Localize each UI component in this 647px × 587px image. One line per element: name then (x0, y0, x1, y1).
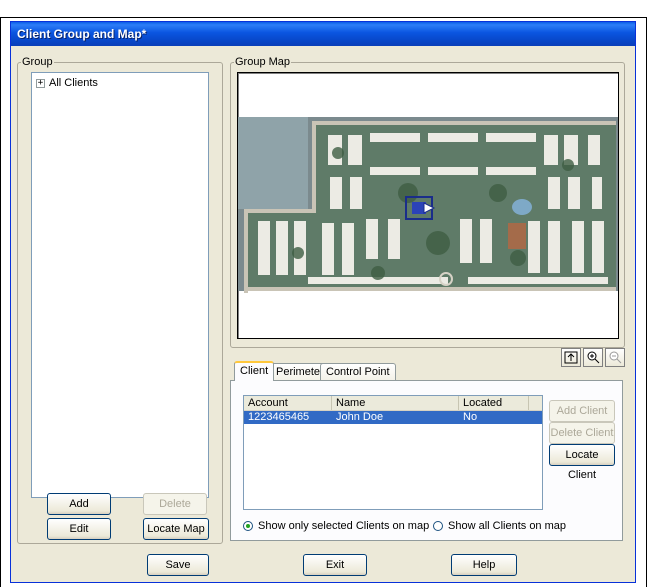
tree-node-label[interactable]: All Clients (49, 77, 98, 89)
radio-show-selected-label[interactable]: Show only selected Clients on map (258, 520, 429, 532)
client-row[interactable]: 1223465465 John Doe No (244, 411, 542, 424)
tab-client[interactable]: Client (234, 361, 275, 381)
site-map-image (238, 117, 618, 293)
client-tree[interactable]: + All Clients (31, 72, 209, 498)
delete-client-button[interactable]: Delete Client (549, 422, 615, 444)
radio-selected-indicator[interactable] (243, 521, 253, 531)
radio-show-all[interactable]: Show all Clients on map (433, 520, 566, 532)
client-name: John Doe (336, 411, 384, 423)
client-list-header: Account Name Located (244, 396, 542, 411)
help-button[interactable]: Help (451, 554, 517, 576)
radio-all-indicator[interactable] (433, 521, 443, 531)
client-account: 1223465465 (248, 411, 310, 423)
add-group-button[interactable]: Add (47, 493, 111, 515)
window-title: Client Group and Map* (11, 22, 635, 46)
tree-node-all-clients[interactable]: + All Clients (36, 77, 98, 89)
locate-client-button[interactable]: Locate Client (549, 444, 615, 481)
client-list[interactable]: Account Name Located 1223465465 John Doe… (243, 395, 543, 510)
tab-control-point[interactable]: Control Point (320, 363, 396, 381)
dialog-window: Client Group and Map* Group + All Client… (10, 21, 636, 583)
column-account[interactable]: Account (244, 396, 332, 410)
client-tab-panel: Account Name Located 1223465465 John Doe… (230, 380, 623, 541)
exit-button[interactable]: Exit (303, 554, 367, 576)
expand-icon[interactable]: + (36, 78, 45, 88)
add-client-button[interactable]: Add Client (549, 400, 615, 422)
group-map-legend: Group Map (235, 56, 291, 68)
top-strip (0, 0, 647, 18)
edit-group-button[interactable]: Edit (47, 518, 111, 540)
radio-show-all-label[interactable]: Show all Clients on map (448, 520, 566, 532)
group-legend: Group (22, 56, 53, 68)
column-located[interactable]: Located (459, 396, 529, 410)
client-tabs: Client Perimeter Control Point Account N… (230, 361, 623, 543)
client-located: No (463, 411, 478, 423)
column-name[interactable]: Name (332, 396, 459, 410)
locate-map-button[interactable]: Locate Map (143, 518, 209, 540)
map-canvas[interactable] (237, 72, 619, 339)
delete-group-button[interactable]: Delete (143, 493, 207, 515)
radio-show-selected[interactable]: Show only selected Clients on map (243, 520, 429, 532)
save-button[interactable]: Save (147, 554, 209, 576)
